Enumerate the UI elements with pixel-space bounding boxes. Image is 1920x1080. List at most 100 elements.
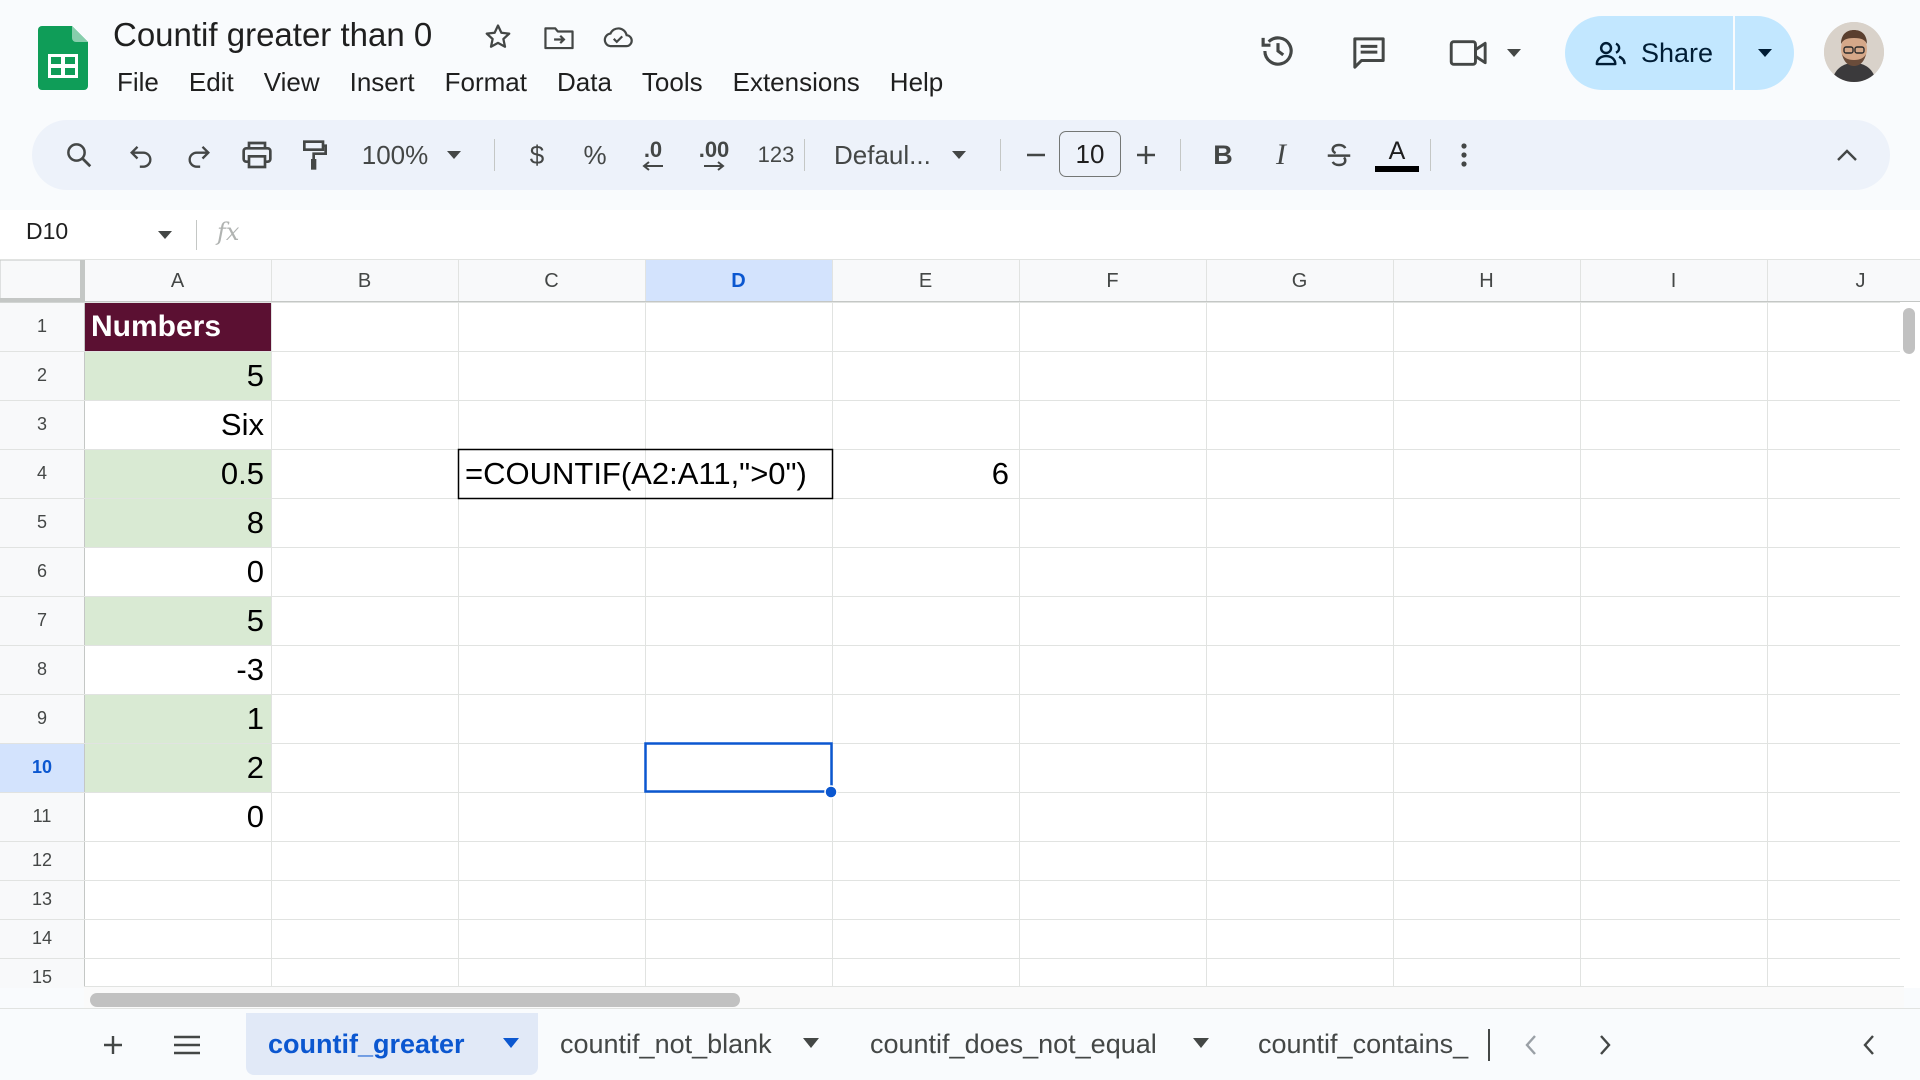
version-history-icon[interactable]	[1255, 28, 1301, 74]
side-panel-toggle-icon[interactable]	[1846, 1009, 1892, 1080]
sheet-tab-countif-contains[interactable]: countif_contains_	[1236, 1013, 1488, 1075]
paint-format-icon[interactable]	[290, 120, 340, 190]
row-header-12[interactable]: 12	[0, 841, 84, 880]
star-icon[interactable]	[481, 20, 515, 54]
formula-text-cell[interactable]: =COUNTIF(A2:A11,">0")	[458, 449, 807, 498]
font-family-select[interactable]: Defaul...	[822, 120, 1012, 190]
all-sheets-menu-icon[interactable]	[164, 1009, 210, 1080]
google-sheets-logo[interactable]	[38, 26, 88, 90]
row-header-15[interactable]: 15	[0, 958, 84, 988]
spreadsheet-grid[interactable]: A B C D E F G H I J 1 2 3 4 5 6 7 8 9 10 11 12 13 14 15 Numbers 5 S…	[0, 260, 1920, 988]
print-icon[interactable]	[232, 120, 282, 190]
collapse-menus-icon[interactable]	[1822, 120, 1872, 190]
menu-extensions[interactable]: Extensions	[719, 65, 874, 100]
formula-input[interactable]	[262, 216, 1892, 254]
row-header-13[interactable]: 13	[0, 880, 84, 919]
menu-help[interactable]: Help	[876, 65, 957, 100]
column-header-d[interactable]: D	[645, 260, 832, 302]
data-cell[interactable]: Six	[84, 400, 271, 449]
move-folder-icon[interactable]	[542, 20, 576, 54]
row-header-2[interactable]: 2	[0, 351, 84, 400]
row-header-6[interactable]: 6	[0, 547, 84, 596]
column-header-g[interactable]: G	[1206, 260, 1393, 302]
caret-down-icon[interactable]	[502, 1037, 520, 1049]
add-sheet-icon[interactable]	[90, 1009, 136, 1080]
document-title[interactable]: Countif greater than 0	[113, 16, 432, 54]
meet-video-icon[interactable]	[1446, 30, 1492, 76]
column-header-h[interactable]: H	[1393, 260, 1580, 302]
more-options-icon[interactable]	[1444, 120, 1484, 190]
italic-button[interactable]: I	[1256, 120, 1306, 190]
text-color-button[interactable]: A	[1372, 120, 1422, 190]
row-header-10[interactable]: 10	[0, 743, 84, 792]
redo-icon[interactable]	[174, 120, 224, 190]
bold-button[interactable]: B	[1198, 120, 1248, 190]
formula-result-cell[interactable]: 6	[832, 449, 1009, 498]
row-header-8[interactable]: 8	[0, 645, 84, 694]
meet-dropdown-icon[interactable]	[1501, 40, 1527, 66]
row-header-5[interactable]: 5	[0, 498, 84, 547]
scroll-tabs-left-icon[interactable]	[1508, 1009, 1554, 1080]
search-menus-icon[interactable]	[54, 120, 104, 190]
data-cell[interactable]: 8	[84, 498, 271, 547]
increase-decimal-button[interactable]: .00	[686, 120, 742, 190]
row-header-7[interactable]: 7	[0, 596, 84, 645]
data-cell[interactable]: 1	[84, 694, 271, 743]
menu-data[interactable]: Data	[543, 65, 626, 100]
data-cell[interactable]: 0.5	[84, 449, 271, 498]
decrease-font-size-icon[interactable]	[1014, 120, 1058, 190]
data-cell[interactable]: 2	[84, 743, 271, 792]
column-header-j[interactable]: J	[1767, 260, 1920, 302]
decrease-decimal-button[interactable]: .0	[628, 120, 678, 190]
row-header-14[interactable]: 14	[0, 919, 84, 958]
sheet-tab-countif-greater[interactable]: countif_greater	[246, 1013, 538, 1075]
row-header-3[interactable]: 3	[0, 400, 84, 449]
caret-down-icon[interactable]	[802, 1037, 820, 1049]
column-header-e[interactable]: E	[832, 260, 1019, 302]
menu-tools[interactable]: Tools	[628, 65, 717, 100]
column-header-b[interactable]: B	[271, 260, 458, 302]
sheet-tab-countif-not-blank[interactable]: countif_not_blank	[538, 1013, 838, 1075]
scroll-tabs-right-icon[interactable]	[1582, 1009, 1628, 1080]
column-header-c[interactable]: C	[458, 260, 645, 302]
share-button[interactable]: Share	[1565, 16, 1733, 90]
name-box-dropdown-icon[interactable]	[156, 222, 174, 248]
data-cell[interactable]: 0	[84, 792, 271, 841]
fill-handle[interactable]	[824, 785, 838, 799]
header-cell[interactable]: Numbers	[84, 302, 271, 351]
menu-file[interactable]: File	[103, 65, 173, 100]
name-box[interactable]: D10	[26, 218, 68, 245]
column-header-f[interactable]: F	[1019, 260, 1206, 302]
data-cell[interactable]: 5	[84, 351, 271, 400]
column-header-i[interactable]: I	[1580, 260, 1767, 302]
strikethrough-icon[interactable]	[1314, 120, 1364, 190]
data-cell[interactable]: 0	[84, 547, 271, 596]
share-options-dropdown[interactable]	[1735, 16, 1794, 90]
data-cell[interactable]: 5	[84, 596, 271, 645]
increase-font-size-icon[interactable]	[1124, 120, 1168, 190]
comments-icon[interactable]	[1346, 30, 1392, 76]
caret-down-icon[interactable]	[1192, 1037, 1210, 1049]
sheet-tab-countif-does-not-equal[interactable]: countif_does_not_equal	[848, 1013, 1228, 1075]
sheet-tab-label: countif_not_blank	[560, 1028, 772, 1059]
menu-view[interactable]: View	[250, 65, 334, 100]
undo-icon[interactable]	[116, 120, 166, 190]
horizontal-scrollbar-thumb[interactable]	[90, 993, 740, 1007]
menu-insert[interactable]: Insert	[336, 65, 429, 100]
vertical-scrollbar-thumb[interactable]	[1903, 308, 1915, 354]
avatar[interactable]	[1824, 22, 1884, 82]
row-header-4[interactable]: 4	[0, 449, 84, 498]
row-header-1[interactable]: 1	[0, 302, 84, 351]
cloud-saved-icon[interactable]	[601, 20, 635, 54]
more-formats-button[interactable]: 123	[748, 120, 804, 190]
percent-format-button[interactable]: %	[570, 120, 620, 190]
row-header-11[interactable]: 11	[0, 792, 84, 841]
menu-format[interactable]: Format	[431, 65, 541, 100]
zoom-select[interactable]: 100%	[352, 120, 472, 190]
font-size-input[interactable]: 10	[1059, 131, 1121, 177]
menu-edit[interactable]: Edit	[175, 65, 248, 100]
data-cell[interactable]: -3	[84, 645, 271, 694]
currency-format-button[interactable]: $	[512, 120, 562, 190]
column-header-a[interactable]: A	[84, 260, 271, 302]
row-header-9[interactable]: 9	[0, 694, 84, 743]
